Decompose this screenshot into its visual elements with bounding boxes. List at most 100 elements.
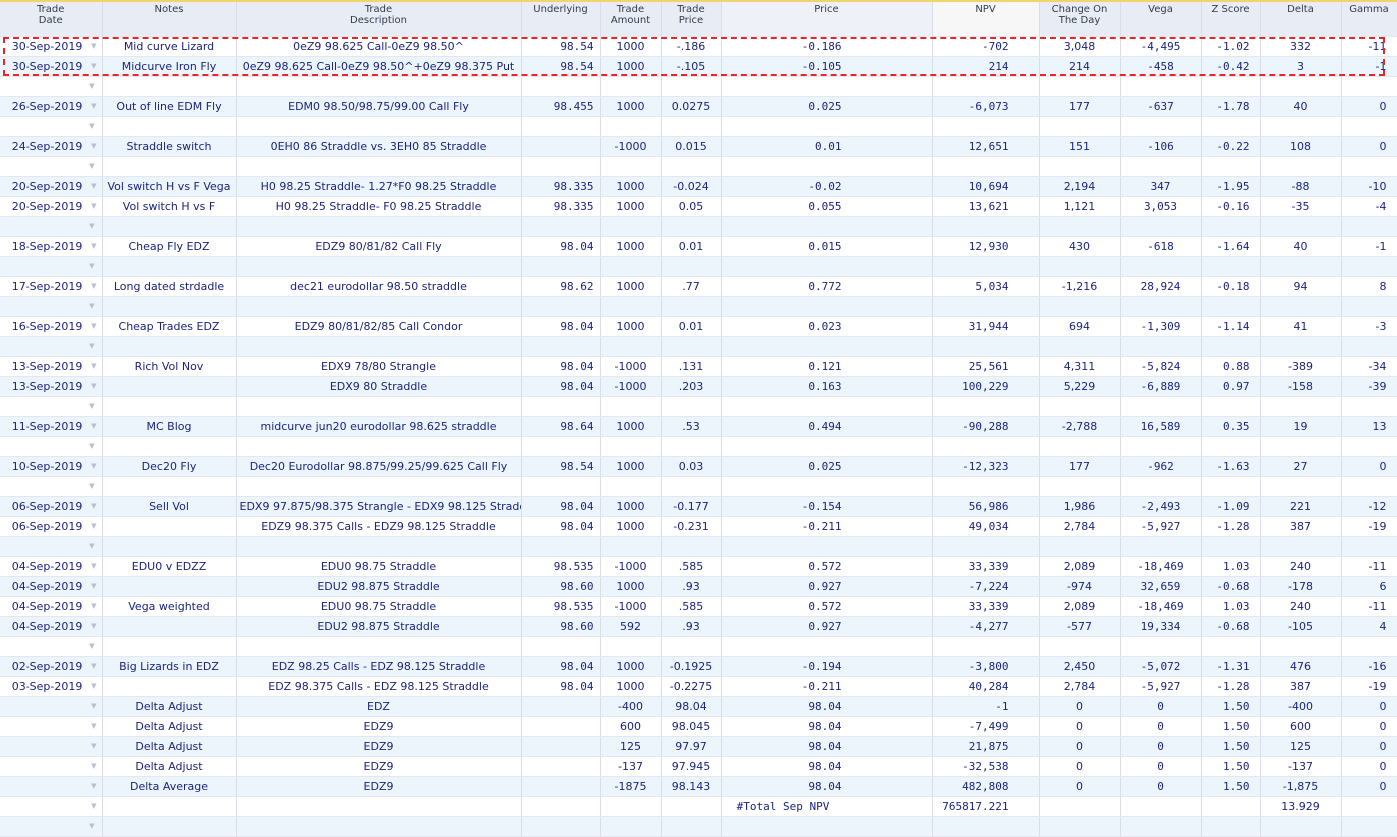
cell-amt[interactable]: 1000: [600, 416, 662, 437]
cell-und[interactable]: [521, 76, 601, 97]
cell-date[interactable]: ▼: [0, 636, 103, 657]
cell-tp[interactable]: [661, 436, 722, 457]
cell-chg[interactable]: [1039, 396, 1121, 417]
cell-amt[interactable]: 1000: [600, 56, 662, 77]
cell-chg[interactable]: 0: [1039, 736, 1121, 757]
cell-vega[interactable]: 0: [1120, 736, 1202, 757]
cell-desc[interactable]: [236, 436, 522, 457]
cell-gamma[interactable]: -39: [1341, 376, 1397, 397]
cell-z[interactable]: [1201, 156, 1261, 177]
cell-npv[interactable]: 49,034: [932, 516, 1040, 537]
cell-delta[interactable]: -1,875: [1260, 776, 1342, 797]
cell-und[interactable]: 98.455: [521, 96, 601, 117]
cell-notes[interactable]: Sell Vol: [102, 496, 237, 517]
cell-date[interactable]: ▼: [0, 796, 103, 817]
cell-z[interactable]: [1201, 536, 1261, 557]
cell-vega[interactable]: -2,493: [1120, 496, 1202, 517]
cell-chg[interactable]: [1039, 536, 1121, 557]
cell-delta[interactable]: -88: [1260, 176, 1342, 197]
cell-und[interactable]: 98.54: [521, 36, 601, 57]
cell-chg[interactable]: 0: [1039, 776, 1121, 797]
cell-und[interactable]: 98.04: [521, 496, 601, 517]
cell-notes[interactable]: [102, 256, 237, 277]
cell-notes[interactable]: [102, 616, 237, 637]
cell-z[interactable]: -1.78: [1201, 96, 1261, 117]
cell-delta[interactable]: 3: [1260, 56, 1342, 77]
cell-delta[interactable]: [1260, 256, 1342, 277]
cell-chg[interactable]: 151: [1039, 136, 1121, 157]
cell-tp[interactable]: [661, 216, 722, 237]
cell-date[interactable]: ▼: [0, 396, 103, 417]
cell-npv[interactable]: -3,800: [932, 656, 1040, 677]
cell-price[interactable]: 0.025: [721, 96, 933, 117]
cell-delta[interactable]: 240: [1260, 596, 1342, 617]
cell-price[interactable]: [721, 216, 933, 237]
header-vega[interactable]: Vega: [1120, 0, 1202, 37]
cell-und[interactable]: [521, 116, 601, 137]
cell-und[interactable]: 98.335: [521, 176, 601, 197]
cell-vega[interactable]: 0: [1120, 756, 1202, 777]
cell-und[interactable]: 98.64: [521, 416, 601, 437]
triangle-down-icon[interactable]: ▼: [89, 77, 94, 96]
cell-delta[interactable]: 600: [1260, 716, 1342, 737]
cell-gamma[interactable]: -1: [1341, 236, 1397, 257]
cell-amt[interactable]: [600, 816, 662, 837]
cell-chg[interactable]: -1,216: [1039, 276, 1121, 297]
triangle-down-icon[interactable]: ▼: [89, 397, 94, 416]
cell-notes[interactable]: EDU0 v EDZZ: [102, 556, 237, 577]
cell-npv[interactable]: 31,944: [932, 316, 1040, 337]
cell-date[interactable]: ▼: [0, 736, 103, 757]
cell-amt[interactable]: 600: [600, 716, 662, 737]
cell-date[interactable]: 17-Sep-2019 ▼: [0, 276, 103, 297]
cell-amt[interactable]: 1000: [600, 656, 662, 677]
cell-desc[interactable]: EDX9 80 Straddle: [236, 376, 522, 397]
cell-und[interactable]: [521, 436, 601, 457]
cell-npv[interactable]: 40,284: [932, 676, 1040, 697]
cell-desc[interactable]: EDZ9: [236, 736, 522, 757]
cell-z[interactable]: [1201, 796, 1261, 817]
cell-amt[interactable]: 1000: [600, 576, 662, 597]
cell-vega[interactable]: [1120, 336, 1202, 357]
cell-notes[interactable]: Out of line EDM Fly: [102, 96, 237, 117]
triangle-down-icon[interactable]: ▼: [89, 157, 94, 176]
cell-chg[interactable]: 0: [1039, 756, 1121, 777]
cell-notes[interactable]: Delta Adjust: [102, 696, 237, 717]
header-trade-description[interactable]: Trade Description: [236, 0, 522, 37]
cell-npv[interactable]: -1: [932, 696, 1040, 717]
header-trade-price[interactable]: Trade Price: [661, 0, 722, 37]
cell-vega[interactable]: -962: [1120, 456, 1202, 477]
cell-price[interactable]: 98.04: [721, 736, 933, 757]
cell-chg[interactable]: 5,229: [1039, 376, 1121, 397]
cell-delta[interactable]: -400: [1260, 696, 1342, 717]
cell-und[interactable]: [521, 796, 601, 817]
cell-und[interactable]: 98.60: [521, 616, 601, 637]
cell-desc[interactable]: Dec20 Eurodollar 98.875/99.25/99.625 Cal…: [236, 456, 522, 477]
triangle-down-icon[interactable]: ▼: [91, 97, 96, 116]
cell-z[interactable]: -1.14: [1201, 316, 1261, 337]
cell-delta[interactable]: 94: [1260, 276, 1342, 297]
cell-npv[interactable]: -6,073: [932, 96, 1040, 117]
cell-delta[interactable]: -158: [1260, 376, 1342, 397]
cell-z[interactable]: 1.50: [1201, 736, 1261, 757]
cell-gamma[interactable]: [1341, 256, 1397, 277]
cell-gamma[interactable]: [1341, 116, 1397, 137]
cell-chg[interactable]: 1,121: [1039, 196, 1121, 217]
triangle-down-icon[interactable]: ▼: [89, 537, 94, 556]
cell-chg[interactable]: 0: [1039, 696, 1121, 717]
triangle-down-icon[interactable]: ▼: [91, 617, 96, 636]
cell-date[interactable]: 24-Sep-2019 ▼: [0, 136, 103, 157]
triangle-down-icon[interactable]: ▼: [89, 477, 94, 496]
cell-gamma[interactable]: [1341, 636, 1397, 657]
triangle-down-icon[interactable]: ▼: [91, 797, 96, 816]
cell-tp[interactable]: 98.04: [661, 696, 722, 717]
cell-z[interactable]: 1.03: [1201, 596, 1261, 617]
cell-npv[interactable]: 100,229: [932, 376, 1040, 397]
cell-notes[interactable]: Big Lizards in EDZ: [102, 656, 237, 677]
cell-tp[interactable]: [661, 476, 722, 497]
cell-price[interactable]: -0.02: [721, 176, 933, 197]
cell-vega[interactable]: 19,334: [1120, 616, 1202, 637]
cell-price[interactable]: 0.015: [721, 236, 933, 257]
cell-notes[interactable]: [102, 516, 237, 537]
triangle-down-icon[interactable]: ▼: [91, 237, 96, 256]
cell-gamma[interactable]: 6: [1341, 576, 1397, 597]
